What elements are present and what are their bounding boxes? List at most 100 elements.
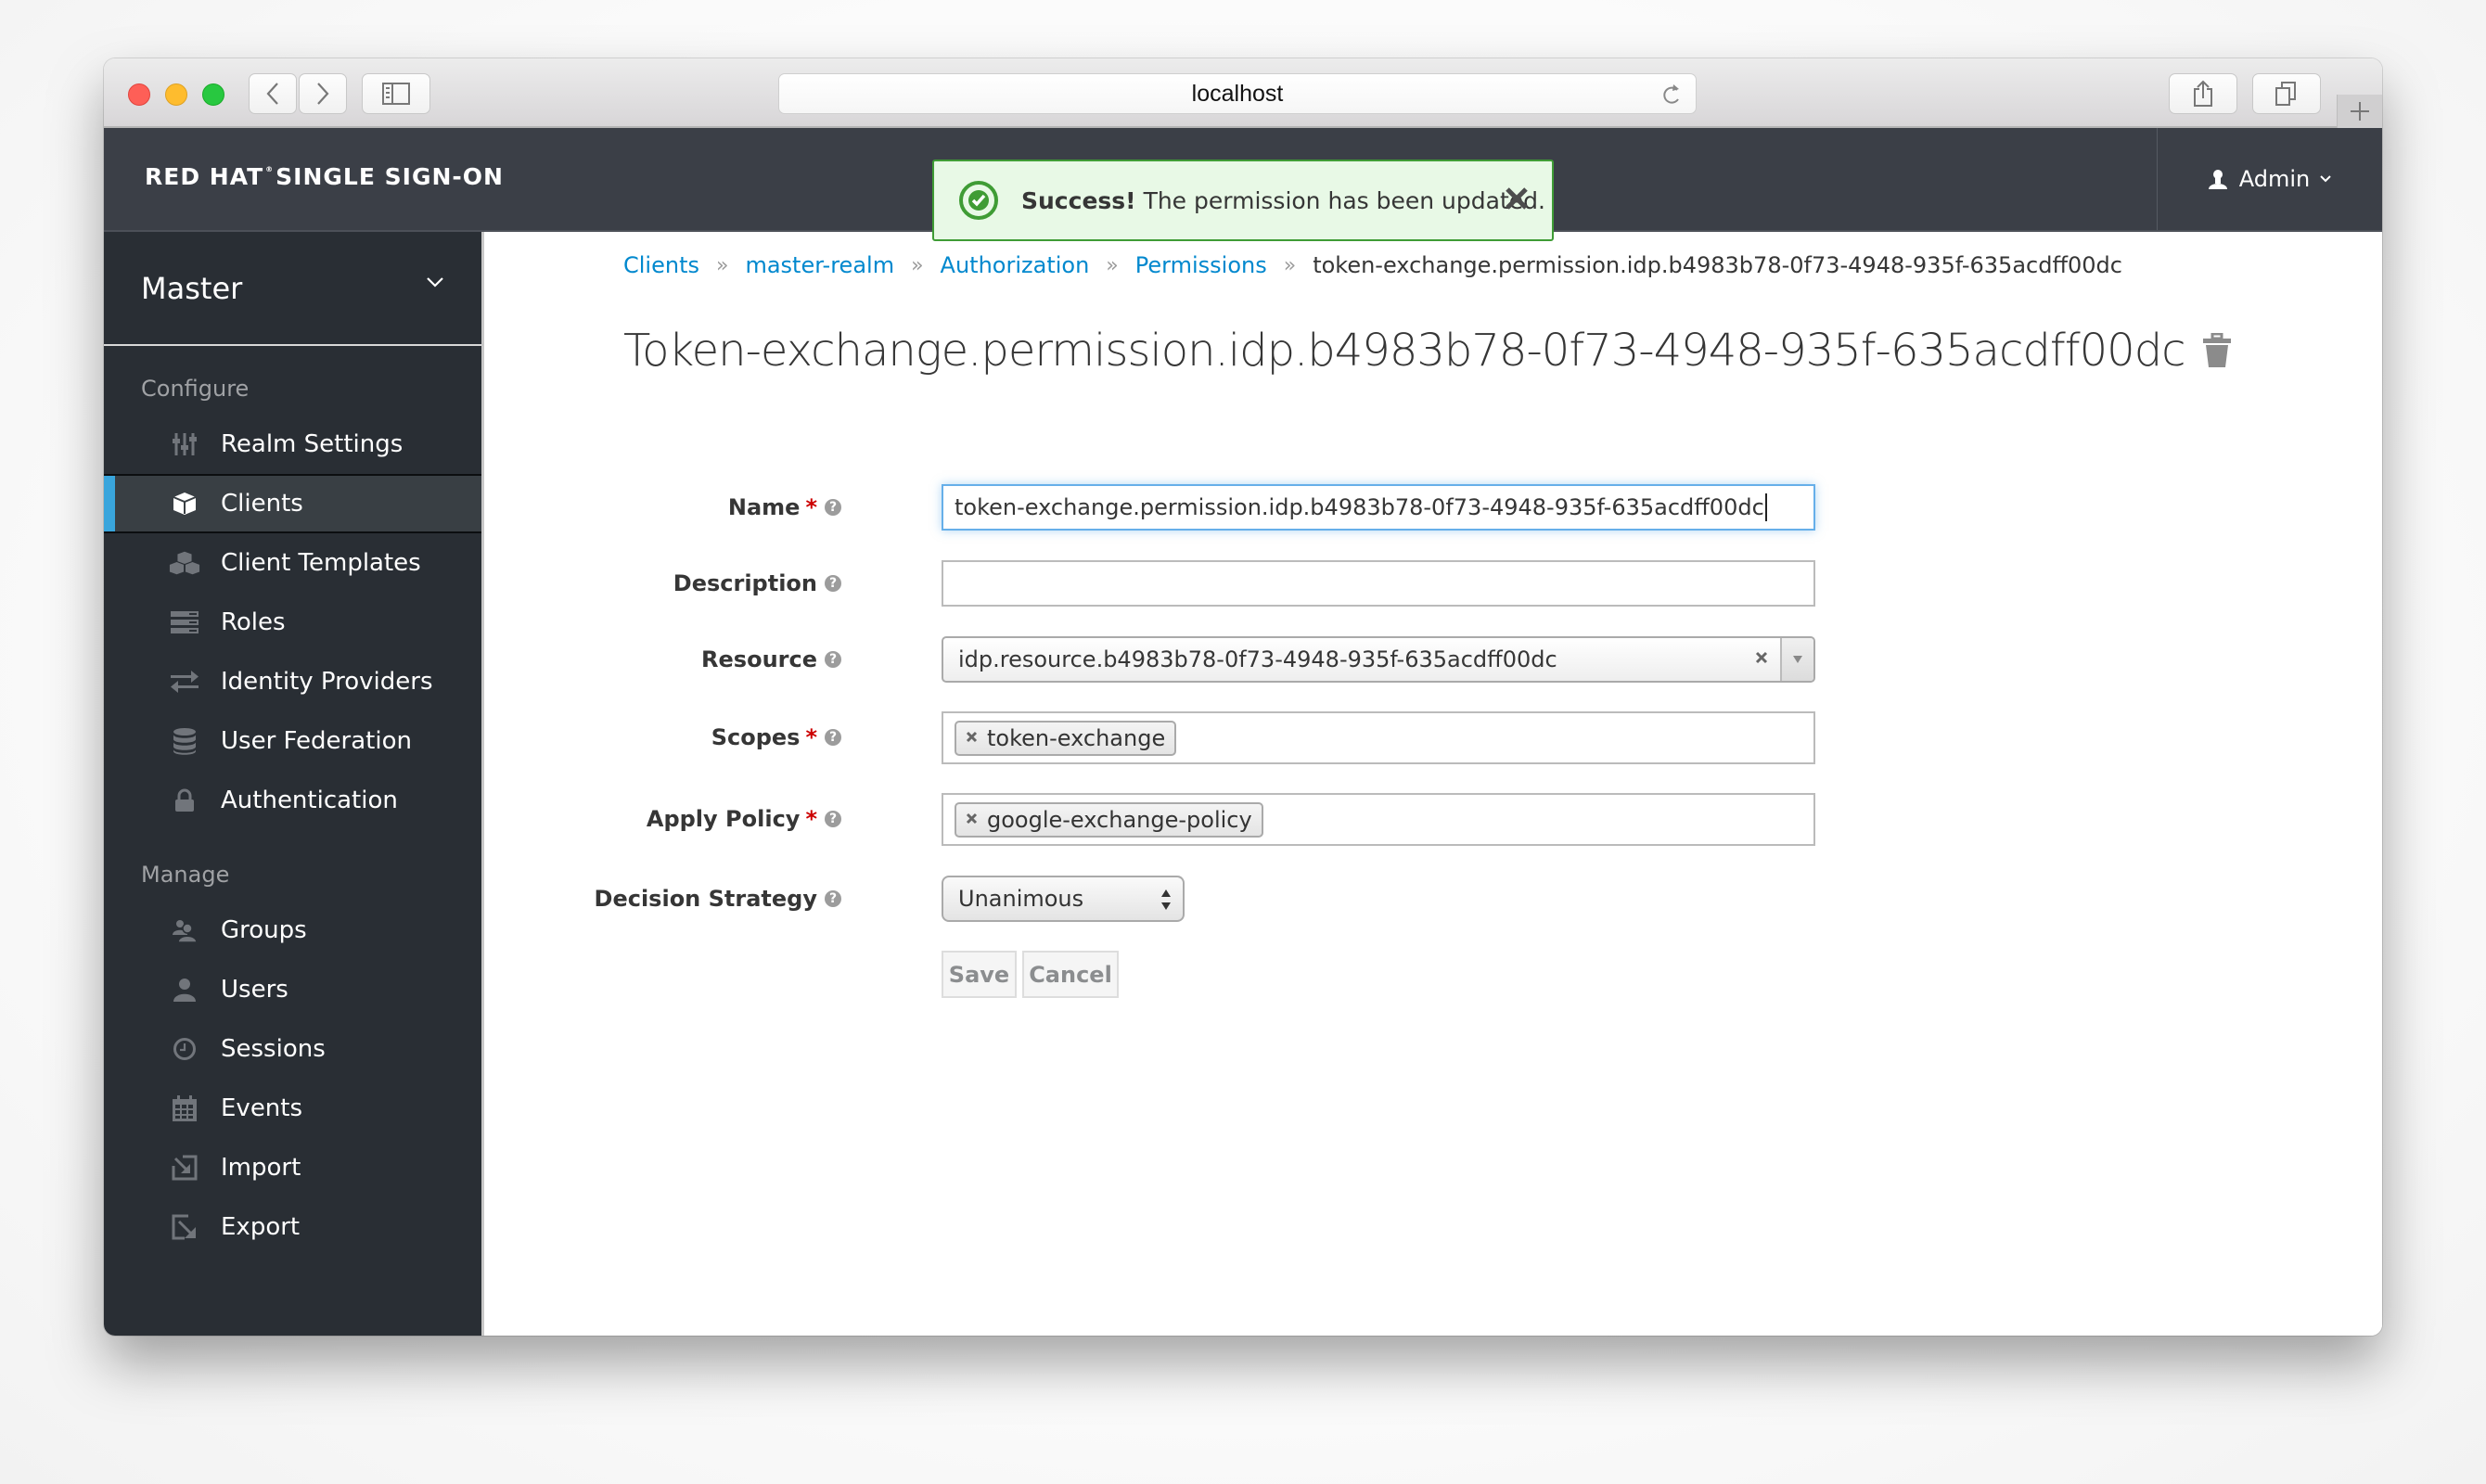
sidebar-item-user-federation[interactable]: User Federation	[104, 711, 481, 771]
sidebar-item-client-templates[interactable]: Client Templates	[104, 533, 481, 593]
sidebar-item-events[interactable]: Events	[104, 1079, 481, 1138]
remove-tag-button[interactable]	[966, 728, 978, 748]
scope-tag-label: token-exchange	[987, 724, 1166, 751]
remove-tag-button[interactable]	[966, 810, 978, 829]
sliders-icon	[169, 429, 200, 460]
delete-button[interactable]	[2202, 333, 2232, 368]
lock-icon	[169, 785, 200, 816]
user-icon	[2208, 170, 2227, 189]
help-icon[interactable]: ?	[825, 499, 841, 516]
apply-policy-row: Apply Policy * ? google-exchange-policy	[484, 793, 1876, 846]
page-title-text: Token-exchange.permission.idp.b4983b78-0…	[623, 325, 2186, 377]
sidebar-item-groups[interactable]: Groups	[104, 901, 481, 960]
help-icon[interactable]: ?	[825, 890, 841, 907]
minimize-window-button[interactable]	[165, 83, 187, 106]
close-icon	[966, 812, 978, 825]
brand-logo: RED HAT ®SINGLE SIGN-ON	[145, 163, 504, 190]
clear-resource-button[interactable]	[1754, 647, 1769, 671]
decision-strategy-label: Decision Strategy ?	[595, 886, 841, 912]
breadcrumb-master-realm[interactable]: master-realm	[745, 252, 894, 278]
help-icon[interactable]: ?	[825, 729, 841, 746]
close-window-button[interactable]	[128, 83, 150, 106]
sidebar-item-users[interactable]: Users	[104, 960, 481, 1019]
resource-select[interactable]: idp.resource.b4983b78-0f73-4948-935f-635…	[942, 636, 1815, 683]
caret-down-icon	[1793, 656, 1802, 663]
scopes-label-text: Scopes	[711, 724, 801, 750]
scopes-multiselect[interactable]: token-exchange	[942, 711, 1815, 764]
address-bar[interactable]: localhost	[778, 73, 1697, 114]
name-input-value: token-exchange.permission.idp.b4983b78-0…	[955, 494, 1764, 520]
breadcrumb-authorization[interactable]: Authorization	[941, 252, 1090, 278]
database-icon	[169, 725, 200, 757]
clock-icon	[169, 1033, 200, 1065]
sidebar-item-label: Roles	[221, 608, 286, 636]
apply-policy-multiselect[interactable]: google-exchange-policy	[942, 793, 1815, 846]
zoom-window-button[interactable]	[202, 83, 224, 106]
sidebar-item-export[interactable]: Export	[104, 1197, 481, 1257]
tabs-icon	[2275, 82, 2296, 106]
help-icon[interactable]: ?	[825, 651, 841, 668]
sidebar-item-identity-providers[interactable]: Identity Providers	[104, 652, 481, 711]
description-input[interactable]	[942, 560, 1815, 607]
decision-strategy-value: Unanimous	[958, 886, 1084, 912]
help-icon[interactable]: ?	[825, 811, 841, 827]
reload-icon[interactable]	[1660, 82, 1683, 108]
breadcrumb-permissions[interactable]: Permissions	[1135, 252, 1267, 278]
required-marker: *	[805, 806, 817, 832]
decision-strategy-row: Decision Strategy ? Unanimous	[484, 876, 1876, 922]
cube-icon	[169, 488, 200, 519]
url-text: localhost	[1191, 80, 1284, 107]
breadcrumb-clients[interactable]: Clients	[623, 252, 699, 278]
decision-strategy-select[interactable]: Unanimous	[942, 876, 1185, 922]
tabs-overview-button[interactable]	[2252, 73, 2321, 114]
sidebar-item-label: Events	[221, 1094, 303, 1122]
sidebar-item-authentication[interactable]: Authentication	[104, 771, 481, 830]
brand-redhat: RED HAT	[145, 163, 264, 190]
sidebar-toggle-button[interactable]	[362, 73, 430, 114]
sidebar-item-label: Import	[221, 1154, 301, 1182]
realm-selector[interactable]: Master	[104, 232, 481, 346]
section-manage: Manage	[141, 862, 230, 888]
sidebar-item-import[interactable]: Import	[104, 1138, 481, 1197]
close-toast-button[interactable]	[1504, 182, 1530, 220]
forward-button[interactable]	[299, 73, 347, 114]
apply-policy-label: Apply Policy * ?	[647, 806, 841, 832]
resource-dropdown-toggle[interactable]	[1780, 638, 1813, 681]
description-label: Description ?	[673, 570, 841, 596]
sidebar-item-realm-settings[interactable]: Realm Settings	[104, 415, 481, 474]
scopes-label: Scopes * ?	[711, 724, 841, 750]
resource-selected-value: idp.resource.b4983b78-0f73-4948-935f-635…	[958, 646, 1557, 672]
name-label-text: Name	[727, 494, 801, 520]
save-button[interactable]: Save	[942, 951, 1017, 998]
chevron-right-icon	[317, 83, 329, 105]
new-tab-button[interactable]	[2337, 95, 2382, 128]
sidebar-item-label: Authentication	[221, 787, 398, 814]
back-button[interactable]	[249, 73, 297, 114]
resource-row: Resource ? idp.resource.b4983b78-0f73-49…	[484, 636, 1876, 683]
user-name: Admin	[2238, 166, 2311, 192]
trash-icon	[2202, 333, 2231, 367]
help-icon[interactable]: ?	[825, 575, 841, 592]
close-icon	[966, 731, 978, 743]
sidebar-item-roles[interactable]: Roles	[104, 593, 481, 652]
sidebar-item-label: Identity Providers	[221, 668, 433, 696]
resource-label: Resource ?	[701, 646, 841, 672]
sidebar-icon	[382, 83, 410, 105]
breadcrumb-separator: »	[1283, 253, 1297, 277]
required-marker: *	[805, 494, 817, 520]
toast-title: Success!	[1021, 186, 1136, 214]
breadcrumb: Clients » master-realm » Authorization »…	[623, 252, 2122, 278]
breadcrumb-current: token-exchange.permission.idp.b4983b78-0…	[1313, 252, 2122, 278]
sidebar-item-clients[interactable]: Clients	[104, 474, 481, 533]
sidebar-item-sessions[interactable]: Sessions	[104, 1019, 481, 1079]
policy-tag: google-exchange-policy	[955, 801, 1263, 838]
user-menu[interactable]: Admin	[2157, 128, 2382, 230]
share-button[interactable]	[2169, 73, 2237, 114]
main-content: Clients » master-realm » Authorization »…	[484, 232, 2382, 1336]
users-icon	[169, 915, 200, 946]
cancel-button[interactable]: Cancel	[1022, 951, 1119, 998]
name-input[interactable]: token-exchange.permission.idp.b4983b78-0…	[942, 484, 1815, 531]
exchange-icon	[169, 666, 200, 697]
chevron-down-icon	[427, 277, 443, 288]
server-icon	[169, 607, 200, 638]
